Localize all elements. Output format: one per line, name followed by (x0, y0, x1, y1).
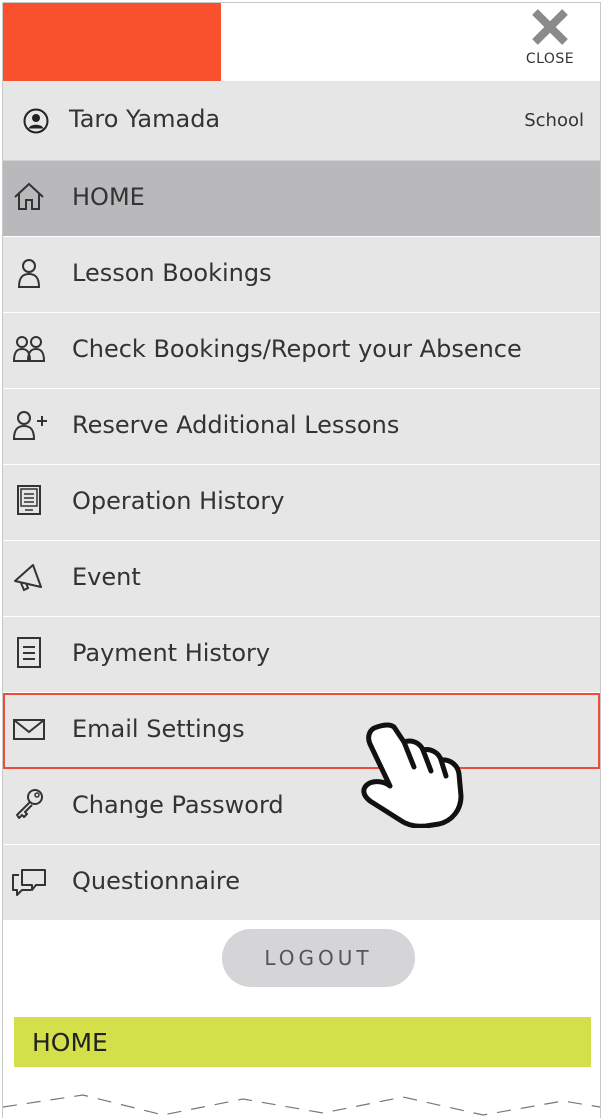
speech-bubbles-icon (12, 869, 46, 896)
menu-label-home: HOME (72, 183, 145, 211)
menu-item-email-settings[interactable]: Email Settings (3, 693, 600, 769)
people-icon (12, 336, 46, 362)
menu-item-payment-history[interactable]: Payment History (3, 617, 600, 693)
person-plus-icon (12, 411, 47, 440)
home-icon (14, 182, 44, 210)
logout-area: LOGOUT (3, 925, 600, 995)
menu-item-event[interactable]: Event (3, 541, 600, 617)
menu-label-operation-history: Operation History (72, 487, 285, 515)
top-bar: CLOSE (3, 3, 600, 81)
menu-item-change-password[interactable]: Change Password (3, 769, 600, 845)
home-banner: HOME (14, 1017, 591, 1067)
brand-block (3, 3, 221, 81)
document-list-icon (17, 637, 41, 668)
history-board-icon (17, 485, 41, 515)
menu-label-change-password: Change Password (72, 791, 284, 819)
menu-label-lesson-bookings: Lesson Bookings (72, 259, 272, 287)
menu-item-lesson-bookings[interactable]: Lesson Bookings (3, 237, 600, 313)
menu-label-reserve-additional: Reserve Additional Lessons (72, 411, 400, 439)
menu-label-email-settings: Email Settings (72, 715, 245, 743)
menu-item-home[interactable]: HOME (3, 161, 600, 237)
envelope-icon (13, 719, 45, 740)
side-menu-panel: CLOSE Taro Yamada School HOME Lesson Boo… (2, 2, 601, 1118)
menu-label-questionnaire: Questionnaire (72, 867, 241, 895)
user-school: School (524, 110, 584, 131)
user-circle-icon (23, 108, 49, 134)
close-x-icon (532, 9, 568, 45)
user-info-row: Taro Yamada School (3, 81, 600, 161)
close-label: CLOSE (525, 51, 575, 67)
menu-item-questionnaire[interactable]: Questionnaire (3, 845, 600, 921)
logout-button[interactable]: LOGOUT (222, 929, 415, 987)
user-name: Taro Yamada (69, 105, 221, 133)
key-icon (16, 789, 43, 819)
menu-item-reserve-additional[interactable]: Reserve Additional Lessons (3, 389, 600, 465)
menu-label-payment-history: Payment History (72, 639, 271, 667)
dashed-divider (3, 1094, 600, 1116)
person-icon (17, 259, 41, 288)
menu-item-check-bookings[interactable]: Check Bookings/Report your Absence (3, 313, 600, 389)
menu-item-operation-history[interactable]: Operation History (3, 465, 600, 541)
main-menu: HOME Lesson Bookings Check Bookings/Repo… (3, 161, 600, 921)
menu-label-event: Event (72, 563, 141, 591)
home-banner-label: HOME (32, 1028, 108, 1057)
close-button[interactable]: CLOSE (518, 7, 582, 79)
menu-label-check-bookings: Check Bookings/Report your Absence (72, 335, 522, 363)
megaphone-icon (14, 564, 42, 592)
